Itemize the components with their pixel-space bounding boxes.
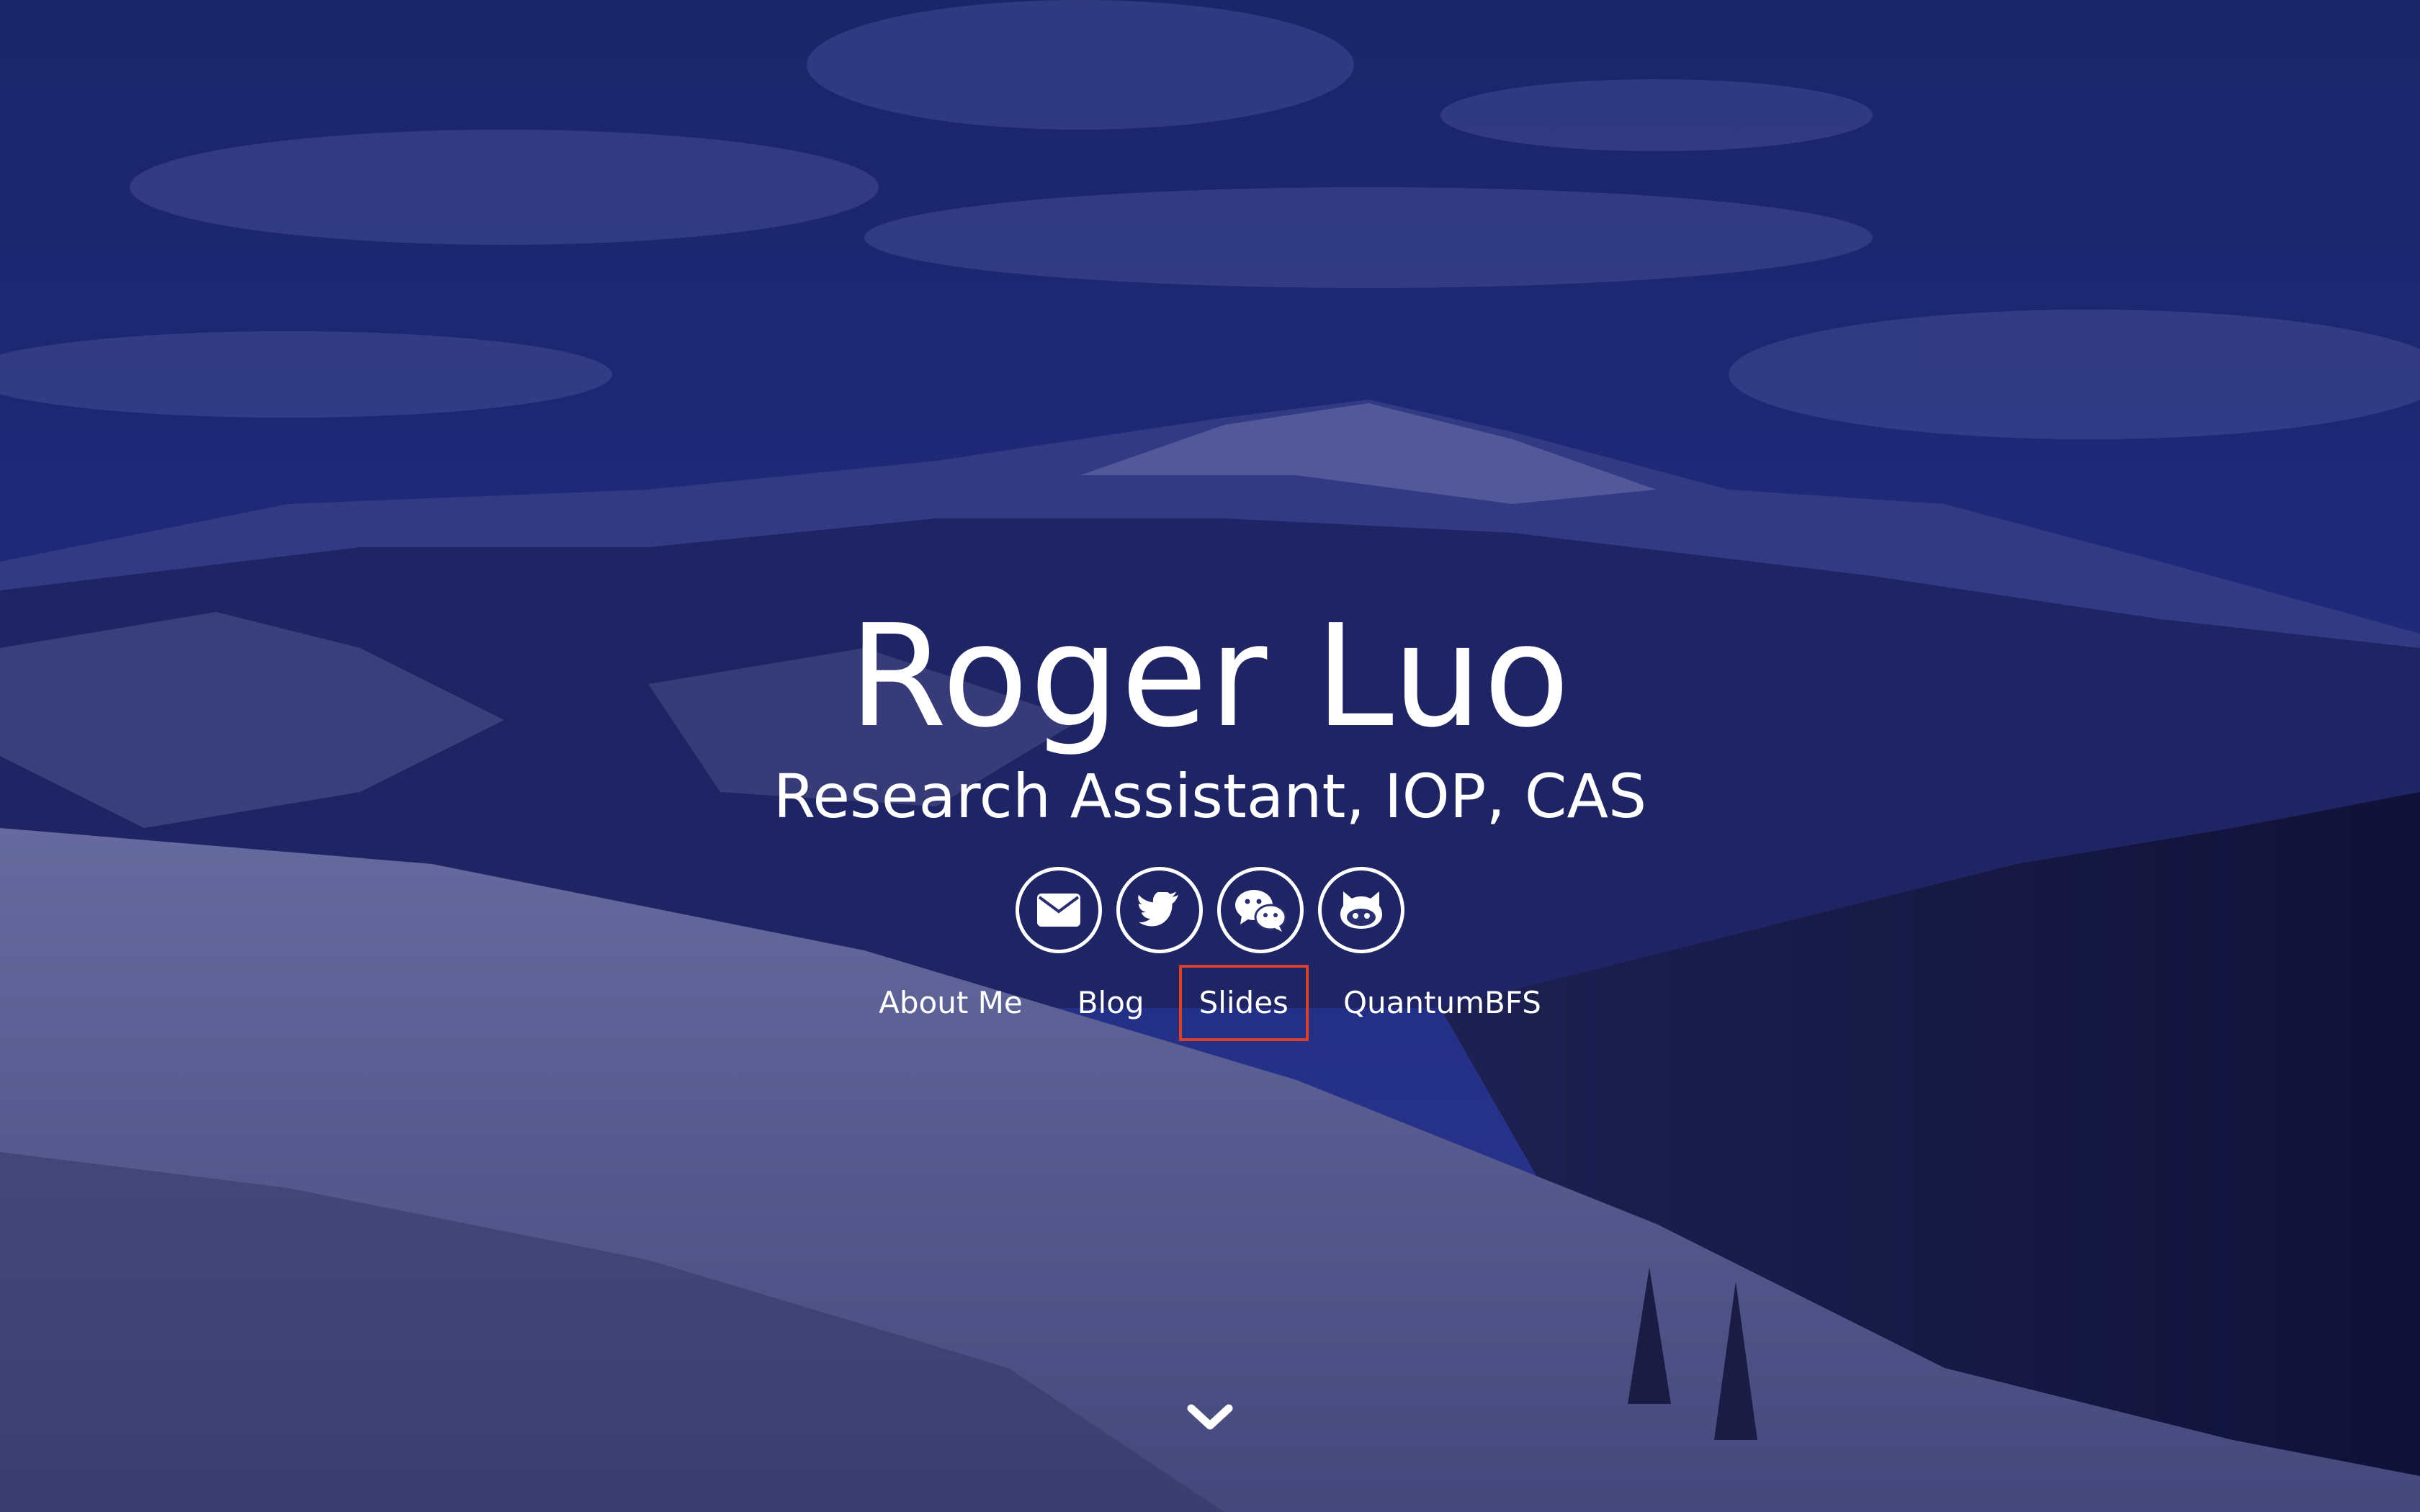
main-nav: About Me Blog Slides QuantumBFS	[0, 965, 2420, 1041]
wechat-icon	[1235, 890, 1286, 932]
author-name: Roger Luo	[848, 595, 1572, 759]
envelope-icon	[1037, 894, 1080, 927]
twitter-button[interactable]	[1116, 867, 1203, 953]
nav-blog[interactable]: Blog	[1057, 965, 1165, 1041]
hero-section: Roger Luo Research Assistant, IOP, CAS A…	[0, 0, 2420, 1512]
wechat-button[interactable]	[1217, 867, 1304, 953]
github-icon	[1340, 891, 1382, 929]
nav-quantumbfs[interactable]: QuantumBFS	[1323, 965, 1561, 1041]
social-links	[0, 867, 2420, 953]
nav-about-me[interactable]: About Me	[859, 965, 1043, 1041]
author-subtitle: Research Assistant, IOP, CAS	[773, 761, 1647, 832]
chevron-down-icon[interactable]	[1181, 1397, 1239, 1440]
hero-content: Roger Luo Research Assistant, IOP, CAS A…	[0, 598, 2420, 1041]
nav-slides[interactable]: Slides	[1178, 965, 1309, 1041]
github-button[interactable]	[1318, 867, 1404, 953]
twitter-icon	[1138, 892, 1179, 927]
email-button[interactable]	[1016, 867, 1102, 953]
